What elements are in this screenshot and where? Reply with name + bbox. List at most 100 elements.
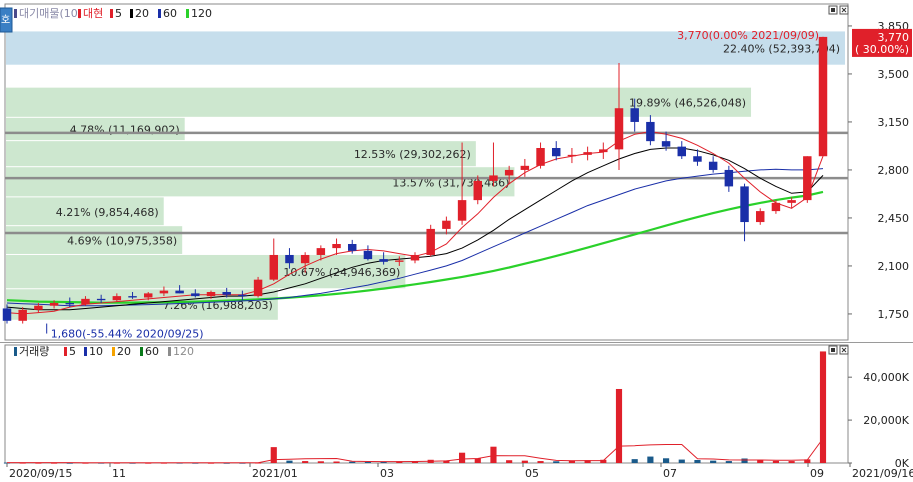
volume-profile-label: 4.21% (9,854,468)	[56, 206, 159, 219]
date-tick-label: 05	[525, 467, 539, 480]
volume-bar	[458, 452, 466, 463]
date-tick-label: 2021/01	[252, 467, 298, 480]
volume-bar	[286, 460, 293, 463]
volume-profile-band: 13.57% (31,739,486)	[6, 167, 515, 197]
candle-body	[630, 108, 639, 122]
candle-body	[536, 148, 545, 166]
candle-body	[489, 175, 498, 181]
volume-bar	[553, 461, 560, 463]
legend-ma-label: 120	[173, 345, 194, 358]
panel-maximize-button[interactable]	[828, 345, 838, 355]
candle-body	[49, 302, 59, 306]
volume-bar	[474, 458, 481, 463]
annotation-label: 3,770(0.00% 2021/09/09)	[677, 29, 819, 42]
volume-tick-label: 20,000K	[863, 414, 909, 427]
candle-body	[316, 248, 326, 255]
legend-swatch	[84, 347, 87, 356]
volume-profile-label: 4.78% (11,169,902)	[70, 123, 180, 136]
candle-body	[583, 152, 592, 155]
volume-bar	[694, 459, 701, 463]
candle-body	[175, 290, 184, 294]
candle-body	[803, 156, 812, 201]
legend-swatch	[168, 347, 171, 356]
legend-swatch	[110, 9, 113, 18]
candle-body	[332, 244, 341, 249]
current-price-change: ( 30.00%)	[855, 43, 909, 56]
volume-bar	[678, 459, 685, 463]
volume-bar	[615, 388, 623, 463]
legend-swatch	[140, 347, 143, 356]
candle	[803, 156, 812, 203]
date-tick-label: 11	[112, 467, 126, 480]
volume-bar	[317, 461, 324, 463]
volume-profile-band: 4.69% (10,975,358)	[6, 226, 183, 254]
volume-bar	[725, 461, 732, 463]
candle-body	[599, 149, 608, 153]
candle-body	[269, 254, 279, 280]
volume-bar	[302, 461, 309, 463]
volume-bar	[647, 456, 654, 463]
legend-ma-label: 20	[135, 7, 149, 20]
legend-swatch	[186, 9, 189, 18]
price-tick-label: 1,750	[878, 308, 910, 321]
volume-profile-band: 4.21% (9,854,468)	[6, 197, 164, 226]
legend-ma-label: 120	[191, 7, 212, 20]
candle-body	[818, 36, 828, 157]
volume-tick-label: 40,000K	[863, 371, 909, 384]
date-tick-label: 03	[380, 467, 394, 480]
panel-close-button[interactable]	[839, 345, 849, 355]
candle-body	[363, 250, 373, 260]
candle-body	[96, 298, 106, 301]
legend-swatch	[14, 9, 17, 18]
candle	[426, 224, 435, 257]
panel-close-button[interactable]	[839, 5, 849, 15]
legend-swatch	[78, 9, 81, 18]
annotation-label: 1,680(-55.44% 2020/09/25)	[51, 328, 204, 341]
candle-body	[347, 244, 357, 251]
candle-body	[112, 296, 122, 301]
candle-body	[693, 156, 702, 162]
maximize-icon	[831, 8, 835, 12]
volume-profile-band: 4.78% (11,169,902)	[6, 117, 185, 141]
volume-profile-band: 12.53% (29,302,262)	[6, 141, 476, 167]
legend-ma-label: 20	[117, 345, 131, 358]
legend-ma-label: 5	[115, 7, 122, 20]
volume-profile-label: 4.69% (10,975,358)	[67, 235, 177, 248]
candle-body	[504, 169, 514, 176]
candle-body	[2, 308, 12, 321]
volume-profile-label: 12.53% (29,302,262)	[354, 148, 471, 161]
candle-body	[253, 279, 263, 297]
candle-body	[567, 154, 577, 157]
candle	[253, 276, 263, 298]
panel-maximize-button[interactable]	[828, 5, 838, 15]
volume-bar	[772, 460, 780, 463]
side-button[interactable]: 호	[0, 7, 13, 33]
candle-body	[708, 161, 718, 170]
price-tick-label: 3,150	[878, 116, 910, 129]
date-tick-label: 2020/09/15	[9, 467, 72, 480]
candle-body	[222, 292, 231, 295]
candle-body	[661, 141, 671, 147]
candle-body	[442, 220, 451, 229]
volume-bar	[631, 459, 638, 463]
volume-profile-band: 10.67% (24,946,369)	[6, 254, 406, 289]
price-tick-label: 2,800	[878, 164, 910, 177]
candle-body	[787, 200, 796, 203]
volume-profile-band: 19.89% (46,526,048)	[6, 87, 752, 117]
maximize-icon	[831, 348, 835, 352]
candle-body	[771, 202, 781, 212]
legend-ma-label: 60	[145, 345, 159, 358]
legend-swatch	[14, 347, 17, 356]
date-tick-label: 09	[810, 467, 824, 480]
current-price-badge: 3,770( 30.00%)	[852, 28, 912, 57]
candle-body	[18, 309, 27, 321]
volume-bar	[819, 351, 827, 463]
volume-bar	[788, 461, 795, 463]
volume-bar	[490, 446, 497, 463]
candle-body	[285, 254, 294, 264]
legend-swatch	[158, 9, 161, 18]
volume-bar	[537, 461, 544, 463]
candle-body	[551, 148, 561, 157]
candle-body	[426, 228, 435, 255]
legend-ma-label: 10	[89, 345, 103, 358]
